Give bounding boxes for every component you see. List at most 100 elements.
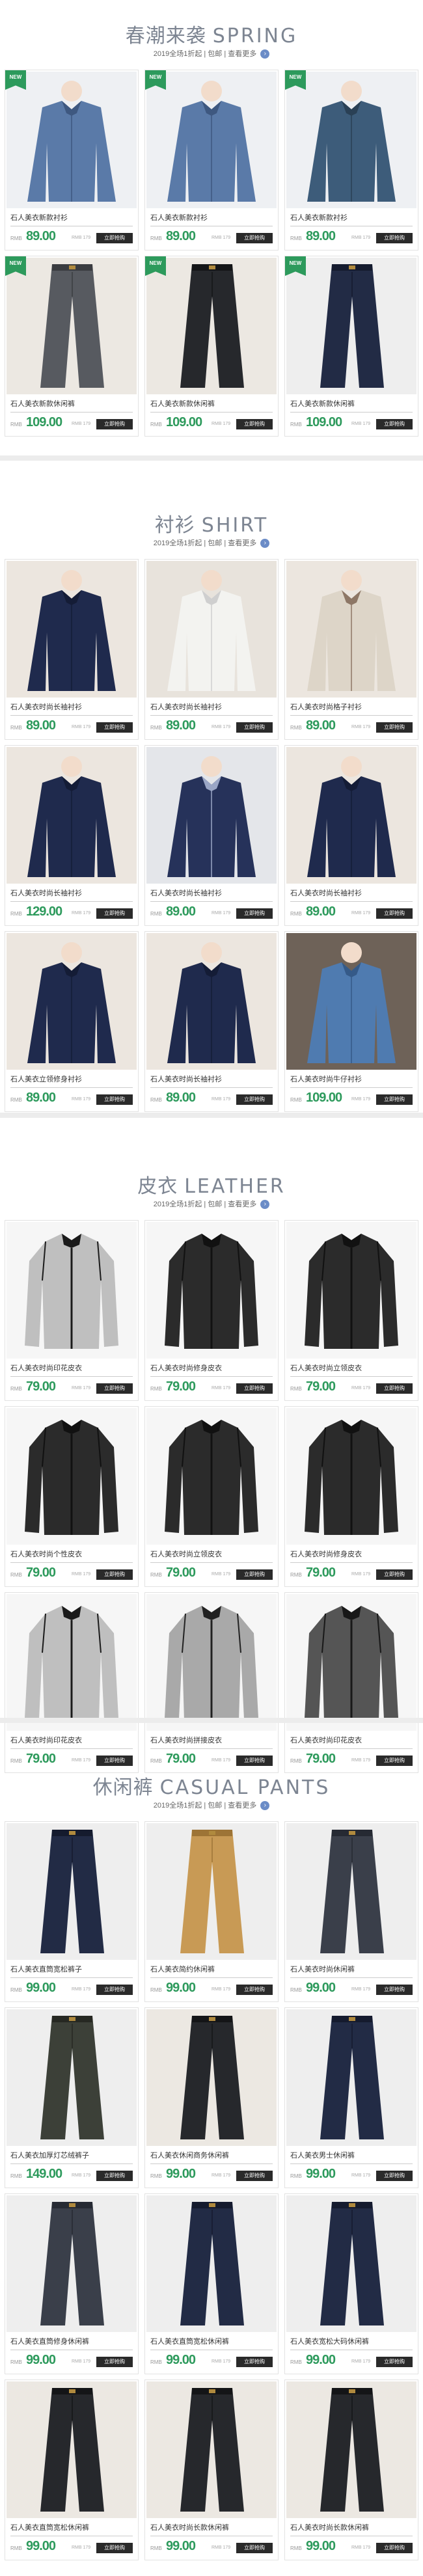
buy-now-button[interactable]: 立即抢购 [96,908,133,919]
more-arrow-icon[interactable]: › [260,539,270,549]
buy-now-button[interactable]: 立即抢购 [376,2543,413,2553]
product-name[interactable]: 石人美衣时尚长袖衬衫 [150,701,273,712]
product-card[interactable]: NEW 石人美衣新款衬衫 RMB 89.00 RMB 179 立即抢购 [145,70,278,250]
product-image[interactable] [146,2009,277,2146]
product-image[interactable] [146,2381,277,2518]
buy-now-button[interactable]: 立即抢购 [236,908,273,919]
product-name[interactable]: 石人美衣新款休闲裤 [290,398,413,409]
product-card[interactable]: 石人美衣时尚休闲裤 RMB 99.00 RMB 179 立即抢购 [285,1822,418,2001]
product-card[interactable]: 石人美衣时尚立领皮衣 RMB 79.00 RMB 179 立即抢购 [145,1407,278,1586]
product-image[interactable] [286,72,416,208]
buy-now-button[interactable]: 立即抢购 [236,1985,273,1995]
product-name[interactable]: 石人美衣时尚印花皮衣 [290,1735,413,1745]
buy-now-button[interactable]: 立即抢购 [376,1094,413,1105]
product-card[interactable]: 石人美衣时尚个性皮衣 RMB 79.00 RMB 179 立即抢购 [5,1407,138,1586]
product-name[interactable]: 石人美衣时尚牛仔衬衫 [290,1074,413,1084]
product-name[interactable]: 石人美衣时尚长袖衬衫 [150,888,273,898]
product-image[interactable] [146,1594,277,1731]
product-image[interactable] [286,1408,416,1545]
buy-now-button[interactable]: 立即抢购 [376,233,413,243]
product-name[interactable]: 石人美衣新款衬衫 [10,212,133,223]
product-card[interactable]: 石人美衣直筒宽松休闲裤 RMB 99.00 RMB 179 立即抢购 [5,2380,138,2560]
product-image[interactable] [146,1222,277,1359]
product-image[interactable] [7,72,137,208]
product-card[interactable]: 石人美衣时尚长袖衬衫 RMB 89.00 RMB 179 立即抢购 [5,560,138,739]
product-card[interactable]: 石人美衣时尚长袖衬衫 RMB 89.00 RMB 179 立即抢购 [145,746,278,925]
buy-now-button[interactable]: 立即抢购 [236,1383,273,1394]
product-card[interactable]: NEW 石人美衣新款衬衫 RMB 89.00 RMB 179 立即抢购 [285,70,418,250]
buy-now-button[interactable]: 立即抢购 [236,2543,273,2553]
product-image[interactable] [286,561,416,698]
product-card[interactable]: 石人美衣简约休闲裤 RMB 99.00 RMB 179 立即抢购 [145,1822,278,2001]
product-image[interactable] [146,1823,277,1960]
product-name[interactable]: 石人美衣时尚长袖衬衫 [290,888,413,898]
product-card[interactable]: 石人美衣时尚拼接皮衣 RMB 79.00 RMB 179 立即抢购 [145,1593,278,1772]
buy-now-button[interactable]: 立即抢购 [376,2171,413,2181]
product-image[interactable] [146,72,277,208]
buy-now-button[interactable]: 立即抢购 [236,2171,273,2181]
product-card[interactable]: NEW 石人美衣新款休闲裤 RMB 109.00 RMB 179 立即抢购 [5,256,138,436]
product-image[interactable] [7,561,137,698]
product-card[interactable]: 石人美衣时尚印花皮衣 RMB 79.00 RMB 179 立即抢购 [5,1593,138,1772]
product-card[interactable]: 石人美衣立领修身衬衫 RMB 89.00 RMB 179 立即抢购 [5,932,138,1111]
product-image[interactable] [7,1594,137,1731]
buy-now-button[interactable]: 立即抢购 [236,419,273,429]
buy-now-button[interactable]: 立即抢购 [96,2357,133,2367]
product-card[interactable]: 石人美衣时尚长款休闲裤 RMB 99.00 RMB 179 立即抢购 [145,2380,278,2560]
section-subtitle[interactable]: 2019全场1折起 | 包邮 | 查看更多 › [0,1199,423,1210]
product-name[interactable]: 石人美衣休闲商务休闲裤 [150,2150,273,2160]
product-image[interactable] [286,1594,416,1731]
buy-now-button[interactable]: 立即抢购 [236,1569,273,1580]
product-name[interactable]: 石人美衣时尚长袖衬衫 [10,888,133,898]
product-name[interactable]: 石人美衣直筒宽松裤子 [10,1964,133,1974]
product-image[interactable] [7,1222,137,1359]
product-image[interactable] [286,258,416,394]
product-card[interactable]: 石人美衣时尚长款休闲裤 RMB 99.00 RMB 179 立即抢购 [285,2380,418,2560]
product-image[interactable] [7,933,137,1070]
product-card[interactable]: 石人美衣时尚长袖衬衫 RMB 89.00 RMB 179 立即抢购 [285,746,418,925]
product-card[interactable]: NEW 石人美衣新款休闲裤 RMB 109.00 RMB 179 立即抢购 [145,256,278,436]
buy-now-button[interactable]: 立即抢购 [96,722,133,733]
product-name[interactable]: 石人美衣时尚修身皮衣 [150,1363,273,1373]
buy-now-button[interactable]: 立即抢购 [236,2357,273,2367]
product-card[interactable]: 石人美衣时尚印花皮衣 RMB 79.00 RMB 179 立即抢购 [285,1593,418,1772]
product-name[interactable]: 石人美衣男士休闲裤 [290,2150,413,2160]
buy-now-button[interactable]: 立即抢购 [236,722,273,733]
section-subtitle-text[interactable]: 2019全场1折起 | 包邮 | 查看更多 [154,50,257,58]
product-name[interactable]: 石人美衣宽松大码休闲裤 [290,2336,413,2346]
buy-now-button[interactable]: 立即抢购 [96,233,133,243]
product-card[interactable]: 石人美衣时尚立领皮衣 RMB 79.00 RMB 179 立即抢购 [285,1221,418,1400]
buy-now-button[interactable]: 立即抢购 [96,1985,133,1995]
product-name[interactable]: 石人美衣时尚拼接皮衣 [150,1735,273,1745]
section-subtitle-text[interactable]: 2019全场1折起 | 包邮 | 查看更多 [154,1200,257,1208]
product-card[interactable]: 石人美衣休闲商务休闲裤 RMB 99.00 RMB 179 立即抢购 [145,2008,278,2188]
product-image[interactable] [146,258,277,394]
more-arrow-icon[interactable]: › [260,1200,270,1210]
buy-now-button[interactable]: 立即抢购 [96,1094,133,1105]
product-image[interactable] [146,933,277,1070]
product-card[interactable]: 石人美衣直筒宽松休闲裤 RMB 99.00 RMB 179 立即抢购 [145,2194,278,2374]
product-image[interactable] [7,1823,137,1960]
product-card[interactable]: 石人美衣时尚牛仔衬衫 RMB 109.00 RMB 179 立即抢购 [285,932,418,1111]
product-name[interactable]: 石人美衣时尚长袖衬衫 [150,1074,273,1084]
product-image[interactable] [7,258,137,394]
product-name[interactable]: 石人美衣直筒宽松休闲裤 [150,2336,273,2346]
buy-now-button[interactable]: 立即抢购 [376,1383,413,1394]
product-name[interactable]: 石人美衣加厚灯芯绒裤子 [10,2150,133,2160]
buy-now-button[interactable]: 立即抢购 [376,2357,413,2367]
product-name[interactable]: 石人美衣直筒修身休闲裤 [10,2336,133,2346]
product-name[interactable]: 石人美衣时尚立领皮衣 [290,1363,413,1373]
product-name[interactable]: 石人美衣时尚格子衬衫 [290,701,413,712]
buy-now-button[interactable]: 立即抢购 [236,1094,273,1105]
buy-now-button[interactable]: 立即抢购 [376,1569,413,1580]
buy-now-button[interactable]: 立即抢购 [96,2543,133,2553]
product-name[interactable]: 石人美衣立领修身衬衫 [10,1074,133,1084]
buy-now-button[interactable]: 立即抢购 [376,908,413,919]
product-image[interactable] [286,747,416,884]
buy-now-button[interactable]: 立即抢购 [96,419,133,429]
product-name[interactable]: 石人美衣时尚印花皮衣 [10,1735,133,1745]
product-image[interactable] [7,747,137,884]
product-name[interactable]: 石人美衣时尚长款休闲裤 [290,2522,413,2532]
product-image[interactable] [286,2195,416,2332]
product-image[interactable] [286,2009,416,2146]
